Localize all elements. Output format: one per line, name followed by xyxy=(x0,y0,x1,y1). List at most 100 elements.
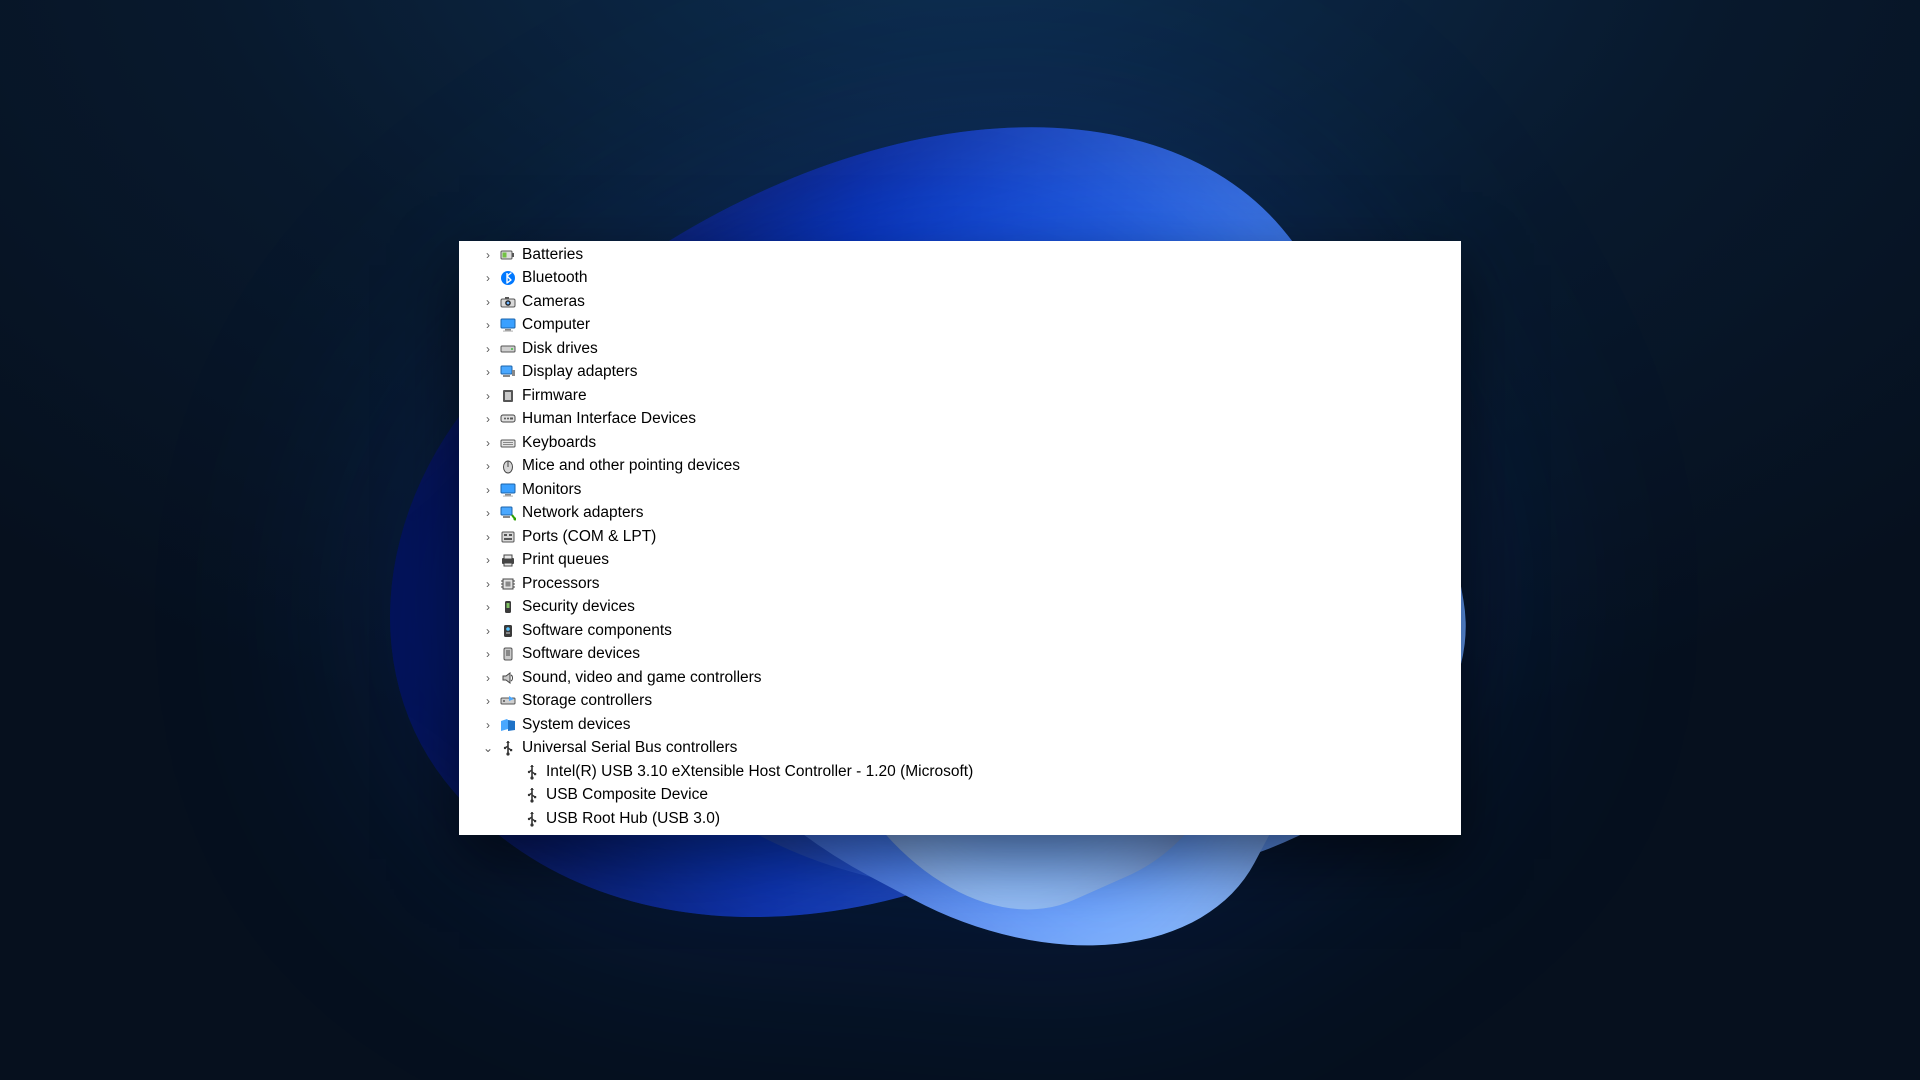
sw-devices-icon-wrapper xyxy=(498,645,518,663)
category-hid[interactable]: › Human Interface Devices xyxy=(459,408,1461,432)
sw-components-icon-wrapper xyxy=(498,622,518,640)
system-icon xyxy=(500,717,516,733)
tree-item-label: Software components xyxy=(522,622,672,640)
tree-item-label: USB Composite Device xyxy=(546,786,708,804)
category-security-devices[interactable]: ›Security devices xyxy=(459,596,1461,620)
processor-icon xyxy=(500,576,516,592)
tree-item-label: Computer xyxy=(522,316,590,334)
chevron-right-icon[interactable]: › xyxy=(481,413,495,425)
tree-item-label: Ports (COM & LPT) xyxy=(522,528,656,546)
tree-item-label: Network adapters xyxy=(522,504,643,522)
chevron-right-icon[interactable]: › xyxy=(481,296,495,308)
category-monitors[interactable]: › Monitors xyxy=(459,478,1461,502)
security-icon xyxy=(500,599,516,615)
chevron-right-icon[interactable]: › xyxy=(481,249,495,261)
category-usb-controllers[interactable]: ⌄Universal Serial Bus controllers xyxy=(459,737,1461,761)
category-network-adapters[interactable]: › Network adapters xyxy=(459,502,1461,526)
usb-icon-wrapper xyxy=(522,763,542,781)
chevron-right-icon[interactable]: › xyxy=(481,366,495,378)
category-software-components[interactable]: › Software components xyxy=(459,619,1461,643)
printer-icon xyxy=(500,552,516,568)
device-tree-scroll[interactable]: ›Batteries›Bluetooth›Cameras›Computer›Di… xyxy=(459,241,1461,835)
hid-icon xyxy=(500,411,516,427)
chevron-right-icon[interactable]: › xyxy=(481,648,495,660)
category-software-devices[interactable]: ›Software devices xyxy=(459,643,1461,667)
chevron-down-icon[interactable]: ⌄ xyxy=(481,742,495,754)
monitor-icon xyxy=(500,317,516,333)
category-firmware[interactable]: › Firmware xyxy=(459,384,1461,408)
display-adapter-icon xyxy=(500,364,516,380)
device-tree: ›Batteries›Bluetooth›Cameras›Computer›Di… xyxy=(459,243,1461,831)
usb-icon xyxy=(500,740,516,756)
tree-item-label: Keyboards xyxy=(522,434,596,452)
chevron-right-icon[interactable]: › xyxy=(481,625,495,637)
chevron-right-icon[interactable]: › xyxy=(481,578,495,590)
category-storage-controllers[interactable]: › Storage controllers xyxy=(459,690,1461,714)
keyboard-icon xyxy=(500,435,516,451)
usb-icon-wrapper xyxy=(522,786,542,804)
monitor-icon-wrapper xyxy=(498,481,518,499)
chevron-right-icon[interactable]: › xyxy=(481,719,495,731)
category-cameras[interactable]: ›Cameras xyxy=(459,290,1461,314)
category-batteries[interactable]: › Batteries xyxy=(459,243,1461,267)
tree-item-label: System devices xyxy=(522,716,631,734)
usb-icon xyxy=(524,787,540,803)
camera-icon-wrapper xyxy=(498,293,518,311)
battery-icon-wrapper xyxy=(498,246,518,264)
keyboard-icon-wrapper xyxy=(498,434,518,452)
tree-item-label: Disk drives xyxy=(522,340,598,358)
device-item-usb-root-hub[interactable]: USB Root Hub (USB 3.0) xyxy=(459,807,1461,831)
printer-icon-wrapper xyxy=(498,551,518,569)
monitor-icon-wrapper xyxy=(498,316,518,334)
processor-icon-wrapper xyxy=(498,575,518,593)
chevron-right-icon[interactable]: › xyxy=(481,272,495,284)
chevron-right-icon[interactable]: › xyxy=(481,672,495,684)
mouse-icon xyxy=(500,458,516,474)
disk-icon xyxy=(500,341,516,357)
display-adapter-icon-wrapper xyxy=(498,363,518,381)
tree-item-label: Firmware xyxy=(522,387,587,405)
chevron-right-icon[interactable]: › xyxy=(481,343,495,355)
chevron-right-icon[interactable]: › xyxy=(481,484,495,496)
category-computer[interactable]: › Computer xyxy=(459,314,1461,338)
usb-icon xyxy=(524,764,540,780)
network-icon-wrapper xyxy=(498,504,518,522)
mouse-icon-wrapper xyxy=(498,457,518,475)
chevron-right-icon[interactable]: › xyxy=(481,531,495,543)
battery-icon xyxy=(500,247,516,263)
category-print-queues[interactable]: ›Print queues xyxy=(459,549,1461,573)
network-icon xyxy=(500,505,516,521)
chevron-right-icon[interactable]: › xyxy=(481,460,495,472)
tree-item-label: USB Root Hub (USB 3.0) xyxy=(546,810,720,828)
chevron-right-icon[interactable]: › xyxy=(481,601,495,613)
category-sound[interactable]: ›Sound, video and game controllers xyxy=(459,666,1461,690)
category-system-devices[interactable]: › System devices xyxy=(459,713,1461,737)
monitor-icon xyxy=(500,482,516,498)
tree-item-label: Intel(R) USB 3.10 eXtensible Host Contro… xyxy=(546,763,973,781)
tree-item-label: Batteries xyxy=(522,246,583,264)
category-mice[interactable]: › Mice and other pointing devices xyxy=(459,455,1461,479)
chevron-right-icon[interactable]: › xyxy=(481,695,495,707)
category-ports[interactable]: › Ports (COM & LPT) xyxy=(459,525,1461,549)
device-item-usb-host-controller[interactable]: Intel(R) USB 3.10 eXtensible Host Contro… xyxy=(459,760,1461,784)
category-keyboards[interactable]: › Keyboards xyxy=(459,431,1461,455)
sw-devices-icon xyxy=(500,646,516,662)
chevron-right-icon[interactable]: › xyxy=(481,554,495,566)
tree-item-label: Human Interface Devices xyxy=(522,410,696,428)
category-display-adapters[interactable]: ›Display adapters xyxy=(459,361,1461,385)
tree-item-label: Monitors xyxy=(522,481,581,499)
tree-item-label: Mice and other pointing devices xyxy=(522,457,740,475)
sw-components-icon xyxy=(500,623,516,639)
sound-icon xyxy=(500,670,516,686)
category-processors[interactable]: › Processors xyxy=(459,572,1461,596)
tree-item-label: Processors xyxy=(522,575,600,593)
category-usb-controllers-children: Intel(R) USB 3.10 eXtensible Host Contro… xyxy=(459,760,1461,831)
device-item-usb-composite[interactable]: USB Composite Device xyxy=(459,784,1461,808)
category-disk-drives[interactable]: › Disk drives xyxy=(459,337,1461,361)
chevron-right-icon[interactable]: › xyxy=(481,390,495,402)
category-bluetooth[interactable]: ›Bluetooth xyxy=(459,267,1461,291)
chevron-right-icon[interactable]: › xyxy=(481,319,495,331)
tree-item-label: Storage controllers xyxy=(522,692,652,710)
chevron-right-icon[interactable]: › xyxy=(481,437,495,449)
chevron-right-icon[interactable]: › xyxy=(481,507,495,519)
